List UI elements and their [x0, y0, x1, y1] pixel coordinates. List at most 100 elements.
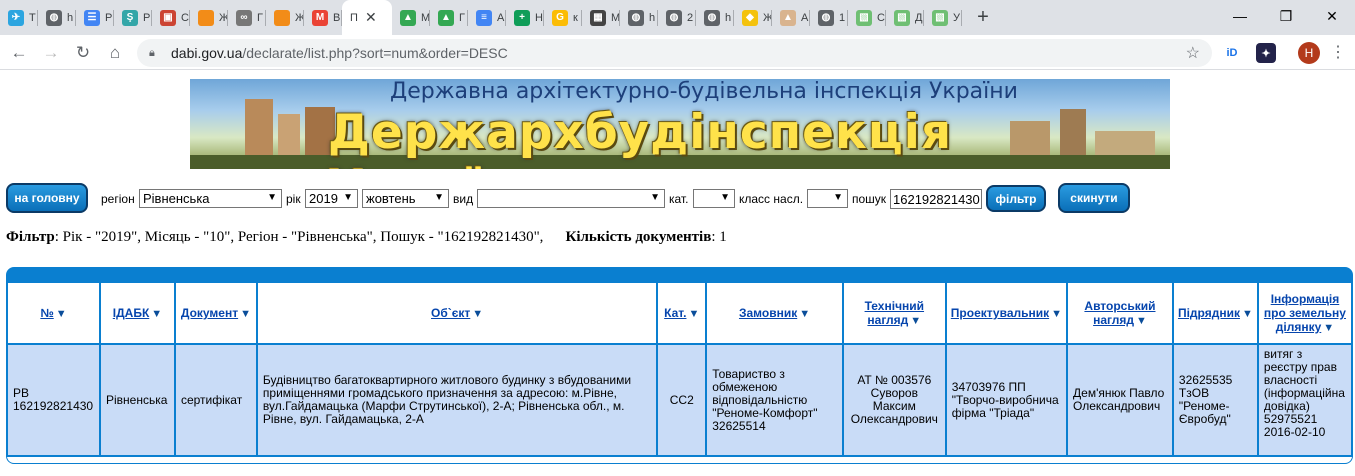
- column-header-idabk[interactable]: ІДАБК ▼: [100, 283, 174, 343]
- browser-tab[interactable]: ŞР: [114, 0, 152, 35]
- browser-toolbar: ← → ↻ ⌂ 🔒︎ dabi.gov.ua/declarate/list.ph…: [0, 35, 1355, 70]
- sort-desc-icon[interactable]: ▼: [688, 308, 699, 320]
- browser-tab[interactable]: ◆ Ж: [734, 0, 772, 35]
- close-tab-icon[interactable]: ✕: [365, 9, 377, 26]
- column-header-document[interactable]: Документ ▼: [175, 283, 256, 343]
- cell-number: РВ 162192821430: [8, 345, 99, 455]
- browser-tab[interactable]: ▲ А: [772, 0, 810, 35]
- search-input[interactable]: 162192821430: [890, 189, 982, 209]
- minimize-icon[interactable]: —: [1217, 0, 1263, 32]
- space-extension-icon[interactable]: ✦: [1256, 43, 1276, 63]
- column-header-author-supervision[interactable]: Авторський нагляд ▼: [1068, 283, 1172, 343]
- column-header-designer[interactable]: Проектувальник ▼: [946, 283, 1067, 343]
- column-header-label[interactable]: Об`єкт: [431, 306, 470, 320]
- column-header-object[interactable]: Об`єкт ▼: [257, 283, 657, 343]
- browser-tab[interactable]: ≡ А: [468, 0, 506, 35]
- home-button[interactable]: на головну: [6, 183, 88, 213]
- column-header-label[interactable]: Документ: [181, 306, 238, 320]
- type-label: вид: [453, 192, 474, 206]
- reload-icon[interactable]: ↻: [69, 39, 97, 67]
- browser-tab-active[interactable]: П ✕: [342, 0, 392, 35]
- browser-tab[interactable]: ▲ Г: [430, 0, 468, 35]
- column-header-label[interactable]: №: [40, 306, 53, 320]
- browser-tab[interactable]: Ж: [266, 0, 304, 35]
- class-select[interactable]: ▼: [807, 189, 848, 208]
- google-drive-icon: ▲: [438, 9, 454, 26]
- back-icon[interactable]: ←: [5, 39, 33, 67]
- sort-desc-icon[interactable]: ▼: [472, 308, 483, 320]
- bookmark-star-icon[interactable]: ☆: [1186, 43, 1200, 63]
- browser-tab[interactable]: ▧ У: [924, 0, 962, 35]
- filter-button[interactable]: фільтр: [986, 185, 1046, 212]
- browser-tab[interactable]: Ж: [190, 0, 228, 35]
- browser-tab[interactable]: ▦ М: [582, 0, 620, 35]
- type-select[interactable]: ▼: [477, 189, 665, 208]
- browser-tab[interactable]: ▲ М: [392, 0, 430, 35]
- column-header-category[interactable]: Кат. ▼: [658, 283, 706, 343]
- forward-icon[interactable]: →: [37, 39, 65, 67]
- avatar[interactable]: H: [1298, 42, 1320, 64]
- sort-desc-icon[interactable]: ▼: [799, 308, 810, 320]
- sort-desc-icon[interactable]: ▼: [910, 315, 921, 327]
- sort-desc-icon[interactable]: ▼: [1136, 315, 1147, 327]
- cell-contractor: 32625535 ТзОВ "Реноме-Євробуд": [1173, 345, 1257, 455]
- telegram-icon: ✈: [8, 9, 24, 26]
- browser-tab[interactable]: Gк: [544, 0, 582, 35]
- browser-tab[interactable]: MВ: [304, 0, 342, 35]
- class-label: класс насл.: [739, 192, 804, 206]
- sort-desc-icon[interactable]: ▼: [56, 308, 67, 320]
- browser-tab[interactable]: ◍ h: [696, 0, 734, 35]
- tab-separator: [961, 10, 962, 26]
- column-header-label[interactable]: Проектувальник: [951, 306, 1049, 320]
- browser-tab[interactable]: ◍ h: [620, 0, 658, 35]
- column-header-contractor[interactable]: Підрядник ▼: [1173, 283, 1257, 343]
- table-header-bar: [6, 267, 1353, 281]
- month-select[interactable]: жовтень ▼: [362, 189, 449, 208]
- new-tab-icon[interactable]: +: [968, 0, 998, 35]
- search-label: пошук: [852, 192, 887, 206]
- browser-tab[interactable]: ▣ С: [152, 0, 190, 35]
- address-bar[interactable]: 🔒︎ dabi.gov.ua/declarate/list.php?sort=n…: [137, 39, 1212, 67]
- image-icon: ▣: [160, 9, 176, 26]
- cell-designer: 34703976 ПП "Творчо-виробнича фірма "Трі…: [946, 345, 1067, 455]
- browser-tab[interactable]: + Н: [506, 0, 544, 35]
- column-header-customer[interactable]: Замовник ▼: [707, 283, 842, 343]
- browser-tab[interactable]: ▧ Д: [886, 0, 924, 35]
- chevron-down-icon: ▼: [833, 192, 843, 203]
- home-icon[interactable]: ⌂: [101, 39, 129, 67]
- browser-tab[interactable]: ∞ Г: [228, 0, 266, 35]
- maximize-icon[interactable]: ❐: [1263, 0, 1309, 32]
- column-header-label[interactable]: Підрядник: [1178, 306, 1240, 320]
- browser-tab[interactable]: ◍ h: [38, 0, 76, 35]
- year-select[interactable]: 2019 ▼: [305, 189, 358, 208]
- chevron-down-icon: ▼: [650, 192, 660, 203]
- column-header-label[interactable]: Кат.: [664, 306, 686, 320]
- browser-menu-icon[interactable]: ⋮: [1330, 42, 1346, 62]
- filter-summary: Фільтр: Рік - "2019", Місяць - "10", Рег…: [6, 229, 727, 246]
- chevron-down-icon: ▼: [720, 192, 730, 203]
- browser-tab[interactable]: ✈ Т: [0, 0, 38, 35]
- reset-button[interactable]: скинути: [1058, 183, 1130, 213]
- sort-desc-icon[interactable]: ▼: [1323, 322, 1334, 334]
- google-forms-icon: ☰: [84, 9, 100, 26]
- column-header-land-info[interactable]: Інформація про земельну ділянку ▼: [1258, 283, 1351, 343]
- sort-desc-icon[interactable]: ▼: [1051, 308, 1062, 320]
- globe-icon: ◍: [818, 9, 834, 26]
- column-header-label[interactable]: ІДАБК: [113, 306, 150, 320]
- sort-desc-icon[interactable]: ▼: [240, 308, 251, 320]
- browser-tab[interactable]: ☰ Р: [76, 0, 114, 35]
- browser-tab[interactable]: ▧ С: [848, 0, 886, 35]
- close-window-icon[interactable]: ✕: [1309, 0, 1355, 32]
- column-header-label[interactable]: Замовник: [739, 306, 797, 320]
- sort-desc-icon[interactable]: ▼: [1242, 308, 1253, 320]
- browser-tab[interactable]: ◍ 2: [658, 0, 696, 35]
- id-extension-icon[interactable]: iD: [1222, 43, 1242, 63]
- region-select[interactable]: Рівненська ▼: [139, 189, 282, 208]
- cell-idabk: Рівненська: [100, 345, 174, 455]
- column-header-number[interactable]: № ▼: [8, 283, 99, 343]
- yellow-diamond-icon: ◆: [742, 9, 758, 26]
- category-select[interactable]: ▼: [693, 189, 735, 208]
- sort-desc-icon[interactable]: ▼: [151, 308, 162, 320]
- browser-tab[interactable]: ◍ 1: [810, 0, 848, 35]
- column-header-tech-supervision[interactable]: Технічний нагляд ▼: [843, 283, 945, 343]
